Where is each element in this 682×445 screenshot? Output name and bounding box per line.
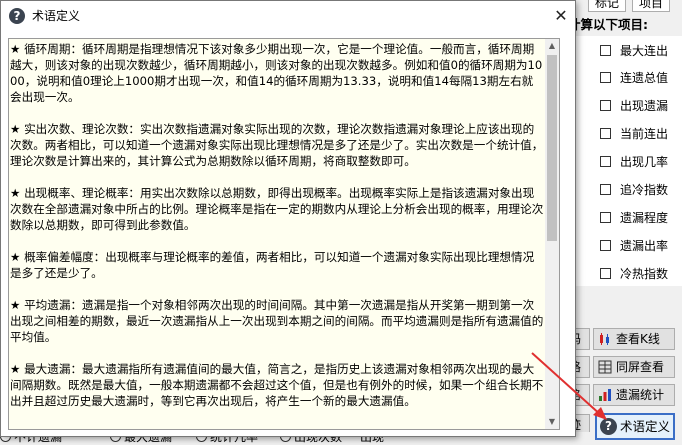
checkbox[interactable]: [600, 156, 611, 167]
bar-chart-icon: [599, 389, 611, 401]
definition-paragraph: ★ 出现概率、理论概率：用实出次数除以总期数，即得出现概率。出现概率实际上是指该…: [10, 186, 544, 232]
calc-items-list: 最大连出 连遗总值 出现遗漏 当前连出 出现几率 追冷指数 遗漏程度 遗漏出率 …: [562, 36, 682, 286]
omission-stats-button[interactable]: 遗漏统计: [593, 384, 675, 406]
bg-tab-strip: 标记 项目: [580, 0, 682, 12]
question-icon: ?: [600, 418, 617, 435]
vertical-scrollbar[interactable]: ▲ ▼: [545, 39, 559, 429]
scrollbar-thumb[interactable]: [547, 55, 557, 241]
question-icon: ?: [9, 8, 25, 24]
definition-paragraph: ★ 实出次数、理论次数：实出次数指遗漏对象实际出现的次数，理论次数指遗漏对象理论…: [10, 122, 544, 168]
definition-paragraph: ★ 最大遗漏：最大遗漏指所有遗漏值间的最大值，简言之，是指历史上该遗漏对象相邻两…: [10, 362, 544, 408]
checkbox[interactable]: [600, 184, 611, 195]
view-k-button[interactable]: 查看K线: [593, 328, 675, 350]
scroll-up-icon[interactable]: ▲: [545, 39, 559, 53]
same-screen-button[interactable]: 同屏查看: [593, 356, 675, 378]
dialog-titlebar[interactable]: ? 术语定义 ✕: [1, 1, 575, 31]
scroll-down-icon[interactable]: ▼: [545, 415, 559, 429]
definition-paragraph: ★ 循环周期：循环周期是指理想情况下该对象多少期出现一次，它是一个理论值。一般而…: [10, 42, 543, 104]
calc-items-header: 计算以下项目:: [568, 17, 648, 32]
grid-icon: [598, 360, 612, 374]
definition-paragraph: ★ 平均遗漏：遗漏是指一个对象相邻两次出现的时间间隔。其中第一次遗漏是指从开奖第…: [10, 298, 544, 344]
checkbox[interactable]: [600, 212, 611, 223]
candlestick-icon: [600, 333, 609, 345]
tab-marks[interactable]: 标记: [588, 0, 627, 12]
definition-text: ★ 循环周期：循环周期是指理想情况下该对象多少期出现一次，它是一个理论值。一般而…: [10, 41, 544, 425]
checkbox[interactable]: [600, 240, 611, 251]
dialog-title: 术语定义: [32, 9, 81, 23]
term-definition-button[interactable]: ? 术语定义: [595, 413, 675, 440]
checkbox[interactable]: [600, 45, 611, 56]
definition-text-area[interactable]: ★ 循环周期：循环周期是指理想情况下该对象多少期出现一次，它是一个理论值。一般而…: [8, 38, 560, 430]
tab-items[interactable]: 项目: [632, 0, 671, 12]
checkbox[interactable]: [600, 100, 611, 111]
close-button[interactable]: ✕: [546, 1, 576, 31]
checkbox[interactable]: [600, 128, 611, 139]
term-definition-dialog: ? 术语定义 ✕ ★ 循环周期：循环周期是指理想情况下该对象多少期出现一次，它是…: [0, 0, 576, 437]
definition-paragraph: ★ 概率偏差幅度：出现概率与理论概率的差值，两者相比，可以知道一个遗漏对象实际出…: [10, 250, 535, 280]
checkbox[interactable]: [600, 268, 611, 279]
checkbox[interactable]: [600, 72, 611, 83]
